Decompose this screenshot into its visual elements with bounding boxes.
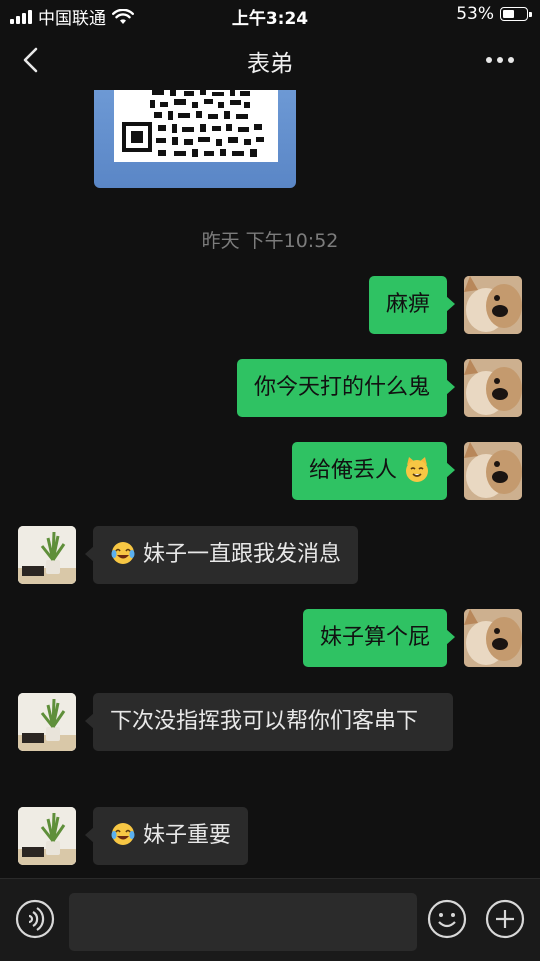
- status-right: 53%: [456, 4, 532, 24]
- nav-bar: 表弟: [0, 30, 540, 90]
- battery-icon: [500, 7, 532, 21]
- outgoing-message-bubble[interactable]: 妹子算个屁: [302, 609, 456, 667]
- input-bar: [0, 878, 540, 961]
- message-text: 妹子算个屁: [319, 625, 430, 650]
- chat-title: 表弟: [247, 51, 293, 77]
- more-options-icon[interactable]: [486, 57, 514, 63]
- plant-avatar-image: [18, 807, 76, 865]
- my-avatar[interactable]: [464, 359, 522, 417]
- outgoing-message-bubble[interactable]: 你今天打的什么鬼: [236, 359, 456, 417]
- contact-avatar[interactable]: [18, 693, 76, 751]
- my-avatar[interactable]: [464, 442, 522, 500]
- my-avatar[interactable]: [464, 609, 522, 667]
- my-avatar[interactable]: [464, 276, 522, 334]
- dog-avatar-image: [464, 609, 522, 667]
- battery-percent: 53%: [456, 4, 494, 24]
- plant-avatar-image: [18, 693, 76, 751]
- message-text: 妹子重要: [143, 823, 232, 848]
- incoming-message-bubble[interactable]: 下次没指挥我可以帮你们客串下: [85, 693, 453, 751]
- tears-of-joy-emoji-icon: [111, 542, 135, 564]
- contact-avatar[interactable]: [18, 807, 76, 865]
- contact-avatar[interactable]: [18, 526, 76, 584]
- chat-history[interactable]: 昨天 下午10:52 麻痹 你今天打的什么鬼 给俺丢人 妹子一直跟我发消息 妹子…: [0, 90, 540, 878]
- message-text: 下次没指挥我可以帮你们客串下: [110, 709, 419, 734]
- cat-emoji-icon: [406, 457, 428, 482]
- outgoing-message-bubble[interactable]: 给俺丢人: [291, 442, 456, 500]
- dog-avatar-image: [464, 276, 522, 334]
- incoming-message-bubble[interactable]: 妹子重要: [84, 807, 249, 865]
- qr-code-image-message[interactable]: [94, 90, 296, 188]
- incoming-message-bubble[interactable]: 妹子一直跟我发消息: [84, 526, 359, 584]
- emoji-icon[interactable]: [427, 899, 467, 939]
- outgoing-message-bubble[interactable]: 麻痹: [368, 276, 456, 334]
- battery-level: [503, 10, 514, 18]
- plus-icon[interactable]: [485, 899, 525, 939]
- tears-of-joy-emoji-icon: [111, 823, 135, 845]
- dog-avatar-image: [464, 359, 522, 417]
- status-bar: 中国联通 上午3:24 53%: [0, 0, 540, 30]
- message-input[interactable]: [69, 893, 417, 951]
- message-text: 麻痹: [385, 292, 430, 317]
- message-text: 妹子一直跟我发消息: [143, 542, 342, 567]
- message-timestamp: 昨天 下午10:52: [201, 230, 339, 252]
- voice-input-icon[interactable]: [15, 899, 55, 939]
- message-text: 你今天打的什么鬼: [253, 375, 430, 400]
- message-text: 给俺丢人: [308, 458, 397, 483]
- dog-avatar-image: [464, 442, 522, 500]
- qr-code-image: [114, 90, 278, 162]
- plant-avatar-image: [18, 526, 76, 584]
